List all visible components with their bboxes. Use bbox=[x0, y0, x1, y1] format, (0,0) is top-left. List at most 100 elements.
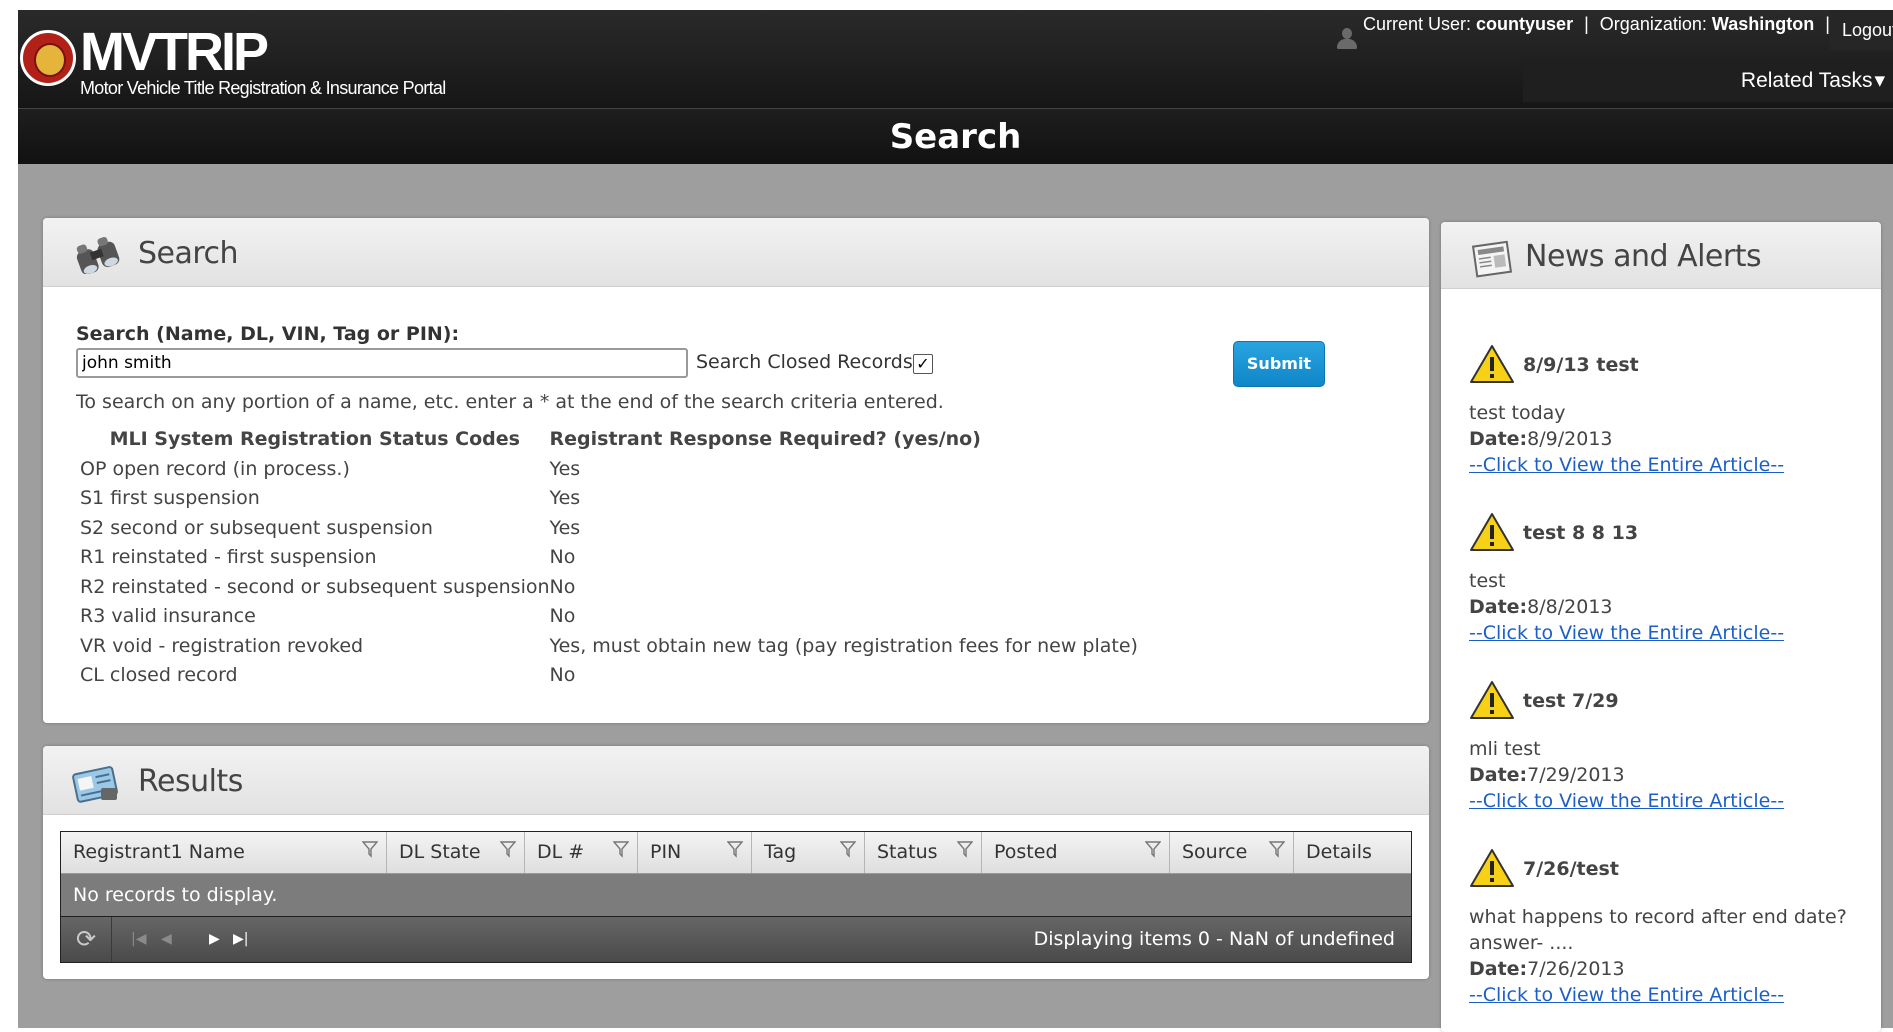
grid-header: Registrant1 Name DL State DL # PIN Tag S… bbox=[61, 832, 1411, 874]
next-page-icon[interactable]: ▶ bbox=[209, 917, 220, 962]
column-label: Details bbox=[1306, 841, 1372, 863]
prev-page-icon[interactable]: ◀ bbox=[161, 917, 172, 962]
news-body: mli test Date:7/29/2013 --Click to View … bbox=[1469, 736, 1869, 814]
response-text: No bbox=[549, 605, 576, 628]
response-text: No bbox=[549, 664, 576, 687]
organization: Washington bbox=[1711, 14, 1815, 34]
news-body: test today Date:8/9/2013 --Click to View… bbox=[1469, 400, 1869, 478]
results-panel: Results Registrant1 Name DL State DL # P… bbox=[43, 746, 1429, 979]
code-text: S1 first suspension bbox=[80, 487, 260, 510]
view-article-link[interactable]: --Click to View the Entire Article-- bbox=[1469, 982, 1869, 1008]
filter-icon[interactable] bbox=[727, 840, 743, 858]
binoculars-icon bbox=[76, 236, 120, 274]
code-text: R3 valid insurance bbox=[80, 605, 256, 628]
search-label: Search (Name, DL, VIN, Tag or PIN): bbox=[76, 323, 460, 345]
date-value: 8/9/2013 bbox=[1527, 428, 1613, 450]
date-value: 8/8/2013 bbox=[1527, 596, 1613, 618]
filter-icon[interactable] bbox=[1145, 840, 1161, 858]
response-text: Yes, must obtain new tag (pay registrati… bbox=[549, 634, 1138, 657]
news-title: test 8 8 13 bbox=[1523, 522, 1639, 544]
view-article-link[interactable]: --Click to View the Entire Article-- bbox=[1469, 620, 1869, 646]
column-label: DL State bbox=[399, 841, 481, 863]
status-codes-table: MLI System Registration Status Codes Reg… bbox=[80, 424, 1138, 690]
news-text: what happens to record after end date? a… bbox=[1469, 906, 1847, 954]
news-body: what happens to record after end date? a… bbox=[1469, 904, 1869, 1008]
code-row: VR void - registration revoked Yes, must … bbox=[80, 631, 1138, 661]
column-label: Source bbox=[1182, 841, 1248, 863]
news-title: test 7/29 bbox=[1523, 690, 1619, 712]
search-panel: Search Search (Name, DL, VIN, Tag or PIN… bbox=[43, 218, 1429, 723]
search-hint: To search on any portion of a name, etc.… bbox=[76, 391, 944, 413]
filter-icon[interactable] bbox=[362, 840, 378, 858]
code-row: S2 second or subsequent suspension Yes bbox=[80, 513, 1138, 543]
results-panel-title: Results bbox=[138, 764, 243, 799]
filter-icon[interactable] bbox=[840, 840, 856, 858]
results-panel-header: Results bbox=[43, 746, 1429, 815]
column-header[interactable]: DL State bbox=[387, 832, 525, 873]
column-header: Details bbox=[1294, 832, 1411, 873]
grid-pager: ⟳ |◀ ◀ ▶ ▶| Displaying items 0 - NaN of … bbox=[61, 917, 1411, 962]
column-header[interactable]: PIN bbox=[638, 832, 752, 873]
column-label: PIN bbox=[650, 841, 682, 863]
view-article-link[interactable]: --Click to View the Entire Article-- bbox=[1469, 788, 1869, 814]
related-tasks-menu[interactable]: Related Tasks▾ bbox=[1523, 60, 1893, 102]
newspaper-icon bbox=[1471, 240, 1513, 278]
column-label: DL # bbox=[537, 841, 585, 863]
code-row: OP open record (in process.) Yes bbox=[80, 454, 1138, 484]
column-header[interactable]: Registrant1 Name bbox=[61, 832, 387, 873]
column-header[interactable]: Status bbox=[865, 832, 982, 873]
news-date: Date:8/9/2013 bbox=[1469, 426, 1869, 452]
state-seal-icon bbox=[20, 30, 76, 86]
news-panel-header: News and Alerts bbox=[1441, 222, 1881, 289]
warning-icon bbox=[1470, 849, 1514, 887]
closed-records-label: Search Closed Records: bbox=[696, 351, 920, 373]
results-grid: Registrant1 Name DL State DL # PIN Tag S… bbox=[60, 831, 1412, 963]
column-header[interactable]: Source bbox=[1170, 832, 1294, 873]
date-value: 7/26/2013 bbox=[1527, 958, 1625, 980]
refresh-icon[interactable]: ⟳ bbox=[61, 917, 112, 962]
warning-icon bbox=[1470, 345, 1514, 383]
column-label: Tag bbox=[764, 841, 797, 863]
code-text: OP open record (in process.) bbox=[80, 457, 350, 480]
news-text: test bbox=[1469, 570, 1506, 592]
news-date: Date:7/26/2013 bbox=[1469, 956, 1869, 982]
code-row: S1 first suspension Yes bbox=[80, 484, 1138, 514]
news-panel-title: News and Alerts bbox=[1525, 239, 1762, 274]
response-text: Yes bbox=[549, 487, 581, 510]
code-row: R1 reinstated - first suspension No bbox=[80, 543, 1138, 573]
column-header[interactable]: Posted bbox=[982, 832, 1170, 873]
search-panel-header: Search bbox=[43, 218, 1429, 287]
pager-info: Displaying items 0 - NaN of undefined bbox=[1033, 928, 1395, 950]
current-user-label: Current User: bbox=[1363, 14, 1472, 34]
code-text: CL closed record bbox=[80, 664, 238, 687]
submit-button[interactable]: Submit bbox=[1233, 341, 1325, 387]
column-header[interactable]: DL # bbox=[525, 832, 638, 873]
code-row: R3 valid insurance No bbox=[80, 602, 1138, 632]
view-article-link[interactable]: --Click to View the Entire Article-- bbox=[1469, 452, 1869, 478]
code-text: S2 second or subsequent suspension bbox=[80, 516, 433, 539]
chevron-down-icon: ▾ bbox=[1874, 69, 1885, 92]
search-panel-title: Search bbox=[138, 236, 239, 271]
news-title: 7/26/test bbox=[1523, 858, 1619, 880]
closed-records-checkbox[interactable]: ✓ bbox=[913, 354, 933, 374]
related-tasks-label: Related Tasks bbox=[1740, 69, 1873, 92]
filter-icon[interactable] bbox=[500, 840, 516, 858]
date-label: Date: bbox=[1469, 596, 1528, 618]
filter-icon[interactable] bbox=[1269, 840, 1285, 858]
response-text: No bbox=[549, 575, 576, 598]
column-label: Posted bbox=[994, 841, 1058, 863]
news-title: 8/9/13 test bbox=[1523, 354, 1639, 376]
last-page-icon[interactable]: ▶| bbox=[233, 917, 248, 962]
first-page-icon[interactable]: |◀ bbox=[131, 917, 146, 962]
logout-link[interactable]: Logout bbox=[1830, 10, 1893, 50]
column-header[interactable]: Tag bbox=[752, 832, 865, 873]
warning-icon bbox=[1470, 513, 1514, 551]
filter-icon[interactable] bbox=[957, 840, 973, 858]
filter-icon[interactable] bbox=[613, 840, 629, 858]
code-text: R2 reinstated - second or subsequent sus… bbox=[80, 575, 550, 598]
date-label: Date: bbox=[1469, 764, 1528, 786]
search-input[interactable] bbox=[76, 348, 688, 378]
page-title: Search bbox=[18, 108, 1893, 165]
code-text: VR void - registration revoked bbox=[80, 634, 364, 657]
empty-message: No records to display. bbox=[61, 874, 1411, 916]
